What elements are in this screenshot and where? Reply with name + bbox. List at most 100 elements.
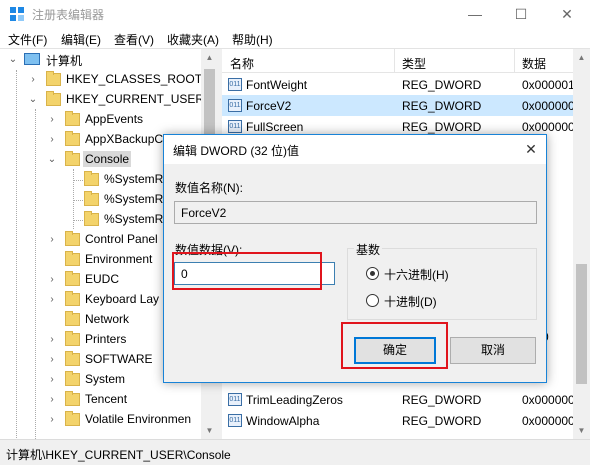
tree-item-label: %SystemR	[104, 212, 164, 226]
close-button[interactable]: ✕	[544, 0, 590, 28]
dword-value-icon: 011	[228, 78, 242, 91]
tree-item-label: %SystemR	[104, 192, 164, 206]
menu-favorites[interactable]: 收藏夹(A)	[167, 31, 219, 48]
list-row-forcev2[interactable]: 011 ForceV2 REG_DWORD 0x000000	[222, 95, 590, 116]
status-bar: 计算机\HKEY_CURRENT_USER\Console	[0, 439, 590, 465]
edit-dword-dialog: 编辑 DWORD (32 位)值 ✕ 数值名称(N): ForceV2 数值数据…	[163, 134, 547, 383]
computer-icon	[24, 53, 40, 65]
chevron-down-icon[interactable]: ⌄	[8, 53, 18, 67]
maximize-button[interactable]: ☐	[498, 0, 544, 28]
scroll-up-icon[interactable]: ▲	[573, 49, 590, 66]
dword-value-icon: 011	[228, 99, 242, 112]
window-title: 注册表编辑器	[32, 8, 105, 22]
list-scroll-thumb[interactable]	[576, 264, 587, 384]
list-row-fontweight[interactable]: 011 FontWeight REG_DWORD 0x000001	[222, 74, 590, 95]
list-scrollbar[interactable]: ▲ ▼	[573, 49, 590, 439]
tree-item-label: Network	[85, 312, 130, 326]
scroll-up-icon[interactable]: ▲	[201, 49, 218, 66]
tree-item-label: AppEvents	[85, 112, 144, 126]
folder-icon	[65, 251, 80, 266]
dialog-close-button[interactable]: ✕	[516, 135, 546, 164]
chevron-down-icon[interactable]: ⌄	[28, 93, 38, 107]
tree-item-hkey-classes-root[interactable]: › HKEY_CLASSES_ROOT	[0, 70, 202, 90]
chevron-right-icon[interactable]: ›	[47, 293, 57, 307]
value-type: REG_DWORD	[402, 393, 482, 407]
column-divider[interactable]	[394, 49, 395, 73]
radio-decimal[interactable]	[366, 294, 379, 307]
dword-value-icon: 011	[228, 414, 242, 427]
column-name[interactable]: 名称	[230, 55, 254, 72]
tree-item-appevents[interactable]: › AppEvents	[0, 110, 200, 130]
tree-item-label: EUDC	[85, 272, 120, 286]
value-data-highlight	[172, 252, 322, 290]
chevron-right-icon[interactable]: ›	[47, 353, 57, 367]
column-divider[interactable]	[514, 49, 515, 73]
chevron-right-icon[interactable]: ›	[47, 133, 57, 147]
list-row-windowalpha[interactable]: 011 WindowAlpha REG_DWORD 0x000000	[222, 410, 590, 431]
cancel-button[interactable]: 取消	[450, 337, 536, 364]
value-data: 0x000000	[522, 414, 575, 428]
chevron-right-icon[interactable]: ›	[47, 333, 57, 347]
list-header: 名称 类型 数据	[222, 49, 590, 73]
minimize-button[interactable]: —	[452, 0, 498, 28]
menu-view[interactable]: 查看(V)	[114, 31, 154, 48]
folder-icon	[46, 71, 61, 86]
tree-item-computer[interactable]: ⌄ 计算机	[0, 50, 200, 70]
chevron-right-icon[interactable]: ›	[28, 73, 38, 87]
base-groupbox: 基数 十六进制(H) 十进制(D)	[347, 241, 537, 320]
folder-icon	[65, 391, 80, 406]
tree-item-label: HKEY_CURRENT_USER	[66, 92, 205, 106]
chevron-down-icon[interactable]: ⌄	[47, 153, 57, 167]
tree-item-hkey-current-user[interactable]: ⌄ HKEY_CURRENT_USER	[0, 90, 204, 110]
folder-icon	[46, 91, 61, 106]
radio-hex-label[interactable]: 十六进制(H)	[384, 266, 449, 283]
menu-help[interactable]: 帮助(H)	[232, 31, 273, 48]
folder-icon	[84, 191, 99, 206]
registry-editor-icon	[10, 7, 24, 21]
tree-item-label: %SystemR	[104, 172, 164, 186]
column-data[interactable]: 数据	[522, 55, 546, 72]
tree-item-label: HKEY_CLASSES_ROOT	[66, 72, 203, 86]
value-type: REG_DWORD	[402, 120, 482, 134]
folder-icon	[65, 291, 80, 306]
tree-item-label: Environment	[85, 252, 153, 266]
folder-icon	[65, 131, 80, 146]
radio-decimal-label[interactable]: 十进制(D)	[384, 293, 437, 310]
folder-icon	[65, 231, 80, 246]
value-data: 0x000000	[522, 99, 575, 113]
value-name-label: 数值名称(N):	[175, 181, 243, 195]
folder-icon	[65, 351, 80, 366]
tree-item-label: 计算机	[46, 54, 83, 68]
chevron-right-icon[interactable]: ›	[47, 113, 57, 127]
tree-item-label: Keyboard Lay	[85, 292, 160, 306]
chevron-right-icon[interactable]: ›	[47, 233, 57, 247]
menu-file[interactable]: 文件(F)	[8, 31, 47, 48]
menu-edit[interactable]: 编辑(E)	[61, 31, 101, 48]
column-type[interactable]: 类型	[402, 55, 426, 72]
list-row-trimleadingzeros[interactable]: 011 TrimLeadingZeros REG_DWORD 0x000000	[222, 389, 590, 410]
chevron-right-icon[interactable]: ›	[47, 273, 57, 287]
menu-bar: 文件(F) 编辑(E) 查看(V) 收藏夹(A) 帮助(H)	[0, 28, 590, 48]
scroll-down-icon[interactable]: ▼	[573, 422, 590, 439]
tree-item-label: System	[85, 372, 126, 386]
radio-hex[interactable]	[366, 267, 379, 280]
folder-icon	[65, 311, 80, 326]
tree-item-tencent[interactable]: › Tencent	[0, 390, 200, 410]
chevron-right-icon[interactable]: ›	[47, 413, 57, 427]
chevron-right-icon[interactable]: ›	[47, 373, 57, 387]
value-data: 0x000001	[522, 78, 575, 92]
tree-item-volatile-environment[interactable]: › Volatile Environmen	[0, 410, 200, 430]
folder-icon	[65, 111, 80, 126]
dialog-titlebar[interactable]: 编辑 DWORD (32 位)值 ✕	[164, 135, 546, 164]
chevron-right-icon[interactable]: ›	[47, 393, 57, 407]
tree-item-label: Volatile Environmen	[85, 412, 192, 426]
value-name: ForceV2	[246, 99, 292, 113]
value-type: REG_DWORD	[402, 78, 482, 92]
folder-icon	[65, 271, 80, 286]
scroll-down-icon[interactable]: ▼	[201, 422, 218, 439]
folder-icon	[65, 371, 80, 386]
folder-icon	[84, 211, 99, 226]
tree-item-label: SOFTWARE	[85, 352, 153, 366]
tree-item-label: AppXBackupC	[85, 132, 164, 146]
status-path: 计算机\HKEY_CURRENT_USER\Console	[6, 448, 231, 462]
